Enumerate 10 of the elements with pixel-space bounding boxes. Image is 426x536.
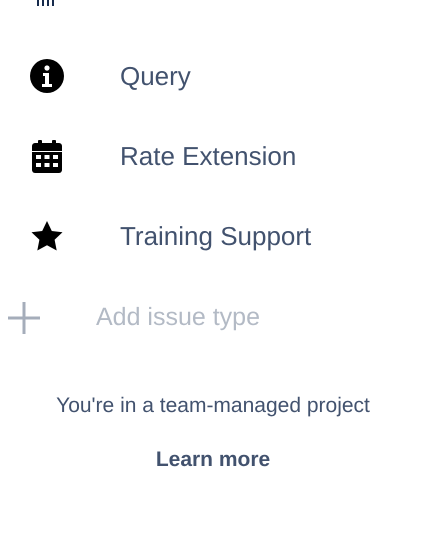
learn-more-link[interactable]: Learn more bbox=[156, 444, 270, 475]
issue-type-label[interactable]: Rate Extension bbox=[120, 136, 296, 176]
input-field[interactable]: Add issue type bbox=[96, 299, 396, 337]
footer-message: You're in a team-managed project bbox=[56, 393, 370, 419]
calendar-icon bbox=[31, 139, 63, 173]
info-icon bbox=[28, 57, 66, 95]
star-icon bbox=[30, 220, 64, 252]
issue-type-label[interactable]: Query bbox=[120, 56, 191, 96]
plus-icon[interactable] bbox=[6, 300, 42, 336]
issue-type-label[interactable]: Training Support bbox=[120, 216, 312, 256]
